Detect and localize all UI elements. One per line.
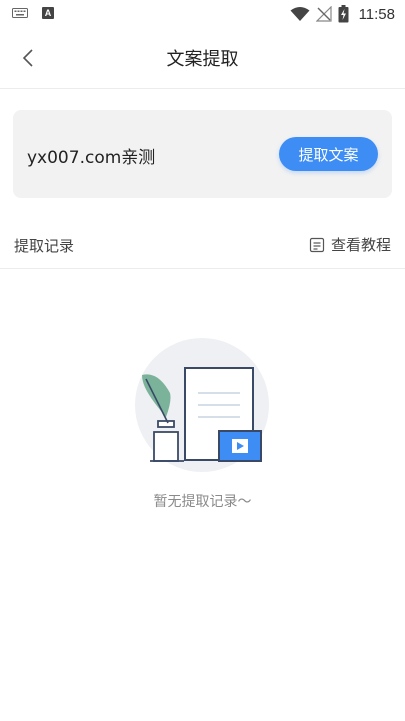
view-tutorial-button[interactable]: 查看教程 [309, 234, 391, 255]
keyboard-icon [12, 8, 28, 18]
battery-charging-icon [338, 5, 349, 23]
a-icon: A [42, 7, 54, 19]
no-signal-icon [315, 6, 332, 22]
tutorial-label: 查看教程 [330, 236, 391, 254]
records-header: 提取记录 查看教程 [0, 225, 405, 269]
empty-illustration [135, 338, 269, 472]
nav-header: 文案提取 [0, 28, 405, 89]
status-left-icons: A [12, 7, 54, 19]
records-title: 提取记录 [14, 237, 75, 255]
page-title: 文案提取 [166, 49, 239, 70]
empty-message: 暂无提取记录～ [153, 494, 252, 510]
status-time: 11:58 [358, 5, 395, 23]
status-bar: A 11:58 [0, 0, 405, 28]
link-text[interactable]: yx007.com亲测 [27, 143, 155, 168]
extract-card: yx007.com亲测 提取文案 [13, 110, 392, 198]
extract-button[interactable]: 提取文案 [279, 137, 378, 171]
status-right-icons: 11:58 [290, 5, 395, 23]
document-icon [309, 237, 325, 252]
wifi-icon [290, 7, 310, 21]
